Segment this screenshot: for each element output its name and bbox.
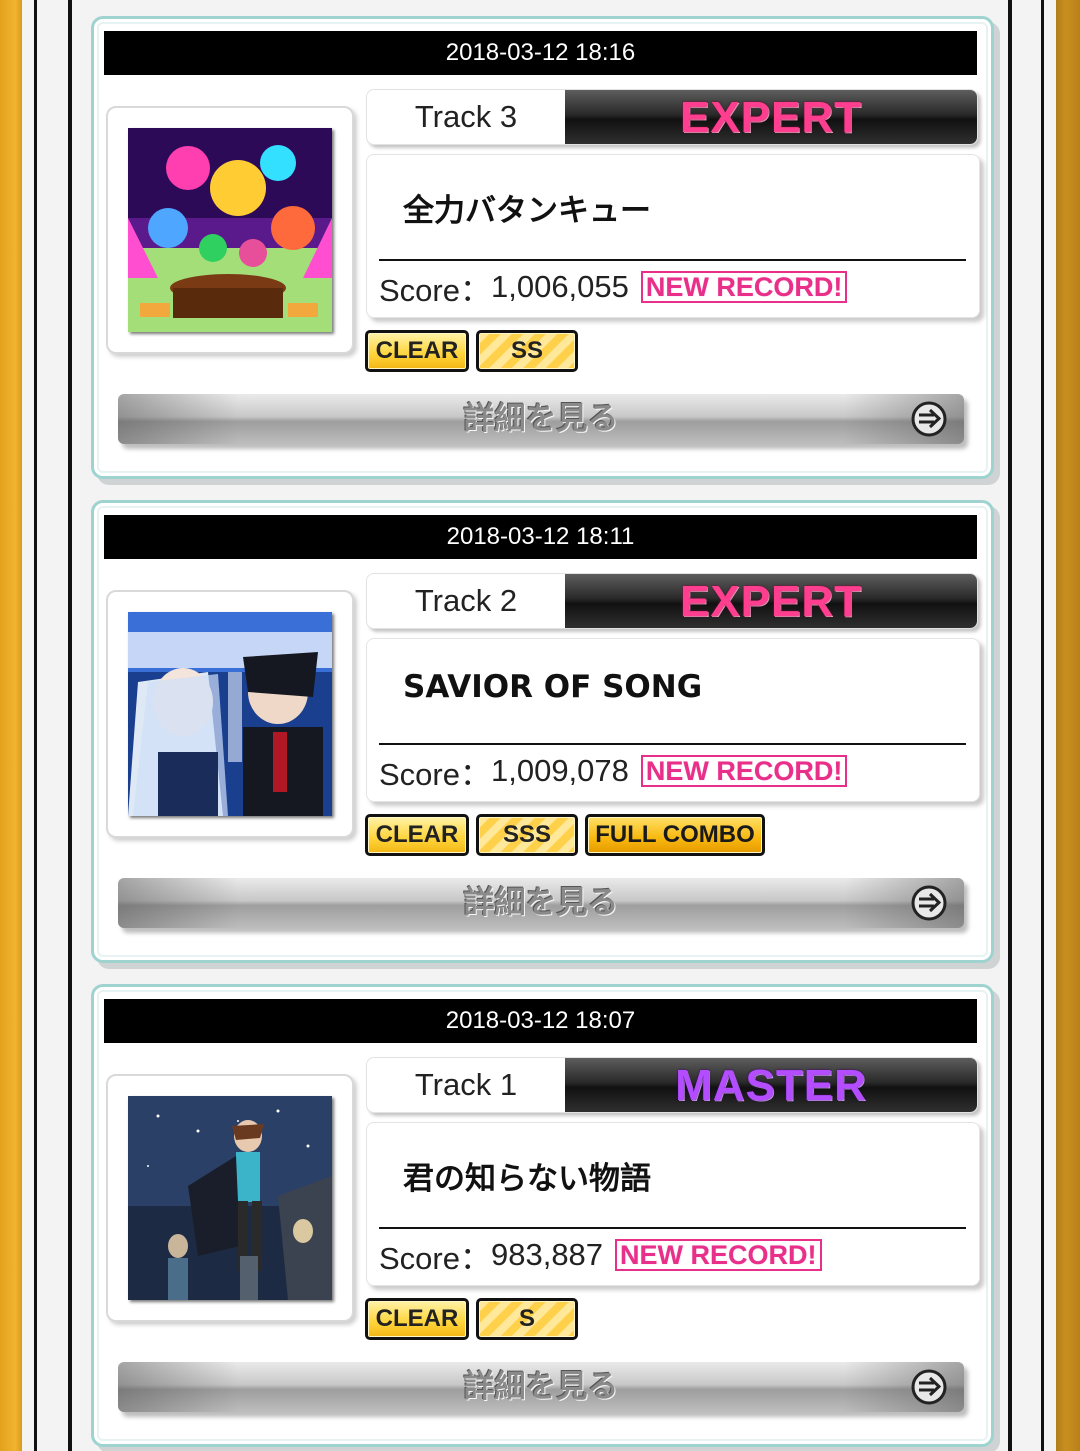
score-line: Score： 1,009,078 NEW RECORD! bbox=[379, 750, 848, 792]
song-jacket-image bbox=[128, 612, 332, 816]
view-details-label: 詳細を見る bbox=[463, 885, 619, 921]
track-number: Track 2 bbox=[414, 583, 518, 618]
circle-arrow-right-icon bbox=[911, 885, 947, 921]
song-info-box: 君の知らない物語 Score： 983,887 NEW RECORD! bbox=[366, 1122, 980, 1286]
divider bbox=[379, 259, 966, 261]
play-record-card: 2018-03-12 18:16 Track 3 EXPERT 全力バタンキュー… bbox=[91, 16, 994, 479]
view-details-button[interactable]: 詳細を見る bbox=[118, 394, 964, 444]
song-title: SAVIOR OF SONG bbox=[403, 669, 703, 705]
track-difficulty-bar: Track 1 MASTER bbox=[366, 1057, 978, 1113]
score-line: Score： 1,006,055 NEW RECORD! bbox=[379, 266, 848, 308]
score-label: Score： bbox=[379, 272, 491, 308]
play-date: 2018-03-12 18:11 bbox=[104, 515, 977, 559]
view-details-button[interactable]: 詳細を見る bbox=[118, 1362, 964, 1412]
score-line: Score： 983,887 NEW RECORD! bbox=[379, 1234, 822, 1276]
new-record-badge: NEW RECORD! bbox=[640, 755, 848, 787]
divider bbox=[379, 1227, 966, 1229]
right-orange-border bbox=[1056, 0, 1080, 1451]
song-jacket-image bbox=[128, 128, 332, 332]
difficulty-label: EXPERT bbox=[565, 90, 977, 144]
view-details-button[interactable]: 詳細を見る bbox=[118, 878, 964, 928]
rank-badge: SS bbox=[476, 330, 578, 372]
song-info-box: SAVIOR OF SONG Score： 1,009,078 NEW RECO… bbox=[366, 638, 980, 802]
left-frame-line bbox=[68, 0, 72, 1451]
view-details-label: 詳細を見る bbox=[463, 1369, 619, 1405]
song-title: 全力バタンキュー bbox=[403, 193, 651, 229]
left-frame-line bbox=[34, 0, 37, 1451]
play-record-card: 2018-03-12 18:07 Track 1 MASTER 君の知らない物語… bbox=[91, 984, 994, 1447]
track-difficulty-bar: Track 3 EXPERT bbox=[366, 89, 978, 145]
score-value: 1,009,078 bbox=[490, 753, 629, 788]
score-label: Score： bbox=[379, 1240, 491, 1276]
play-record-card: 2018-03-12 18:11 Track 2 EXPERT SAVIOR O… bbox=[91, 500, 994, 963]
track-number: Track 3 bbox=[414, 99, 518, 134]
difficulty-label: EXPERT bbox=[565, 574, 977, 628]
full-combo-badge: FULL COMBO bbox=[585, 814, 765, 856]
divider bbox=[379, 743, 966, 745]
rank-badge: SSS bbox=[476, 814, 578, 856]
new-record-badge: NEW RECORD! bbox=[640, 271, 848, 303]
song-info-box: 全力バタンキュー Score： 1,006,055 NEW RECORD! bbox=[366, 154, 980, 318]
song-title: 君の知らない物語 bbox=[403, 1161, 651, 1197]
score-value: 1,006,055 bbox=[490, 269, 629, 304]
difficulty-label: MASTER bbox=[565, 1058, 977, 1112]
track-difficulty-bar: Track 2 EXPERT bbox=[366, 573, 978, 629]
right-frame-line bbox=[1041, 0, 1044, 1451]
new-record-badge: NEW RECORD! bbox=[615, 1239, 822, 1271]
circle-arrow-right-icon bbox=[911, 1369, 947, 1405]
score-label: Score： bbox=[379, 756, 491, 792]
play-date: 2018-03-12 18:16 bbox=[104, 31, 977, 75]
result-badges: CLEAR SS bbox=[365, 330, 578, 372]
score-value: 983,887 bbox=[490, 1237, 604, 1272]
clear-badge: CLEAR bbox=[365, 814, 469, 856]
clear-badge: CLEAR bbox=[365, 330, 469, 372]
jacket-frame bbox=[106, 106, 354, 354]
song-jacket-image bbox=[128, 1096, 332, 1300]
view-details-label: 詳細を見る bbox=[463, 401, 619, 437]
jacket-frame bbox=[106, 590, 354, 838]
result-badges: CLEAR SSS FULL COMBO bbox=[365, 814, 765, 856]
left-orange-border bbox=[0, 0, 22, 1451]
rank-badge: S bbox=[476, 1298, 578, 1340]
right-frame-line bbox=[1008, 0, 1012, 1451]
track-number: Track 1 bbox=[414, 1067, 518, 1102]
circle-arrow-right-icon bbox=[911, 401, 947, 437]
play-date: 2018-03-12 18:07 bbox=[104, 999, 977, 1043]
clear-badge: CLEAR bbox=[365, 1298, 469, 1340]
jacket-frame bbox=[106, 1074, 354, 1322]
result-badges: CLEAR S bbox=[365, 1298, 578, 1340]
